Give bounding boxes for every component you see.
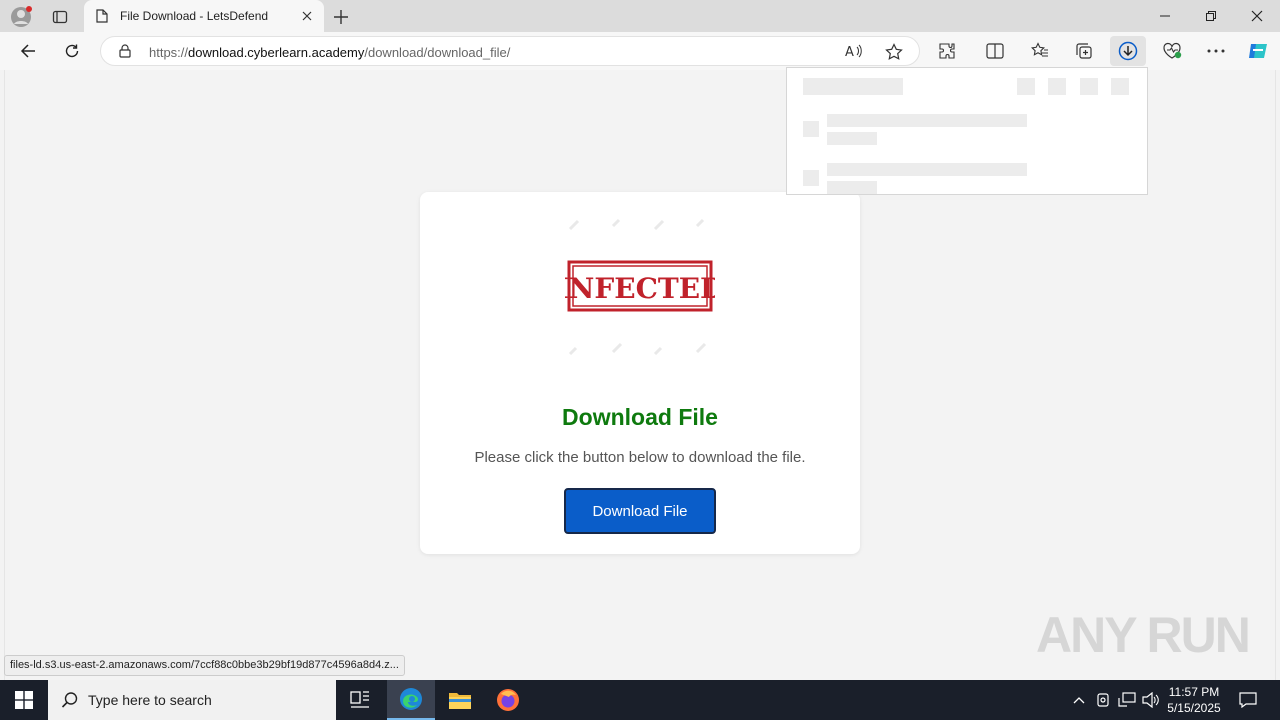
windows-taskbar: Type here to search 11:57 PM 5/15/2025 bbox=[0, 680, 1280, 720]
skeleton-file-icon bbox=[803, 170, 819, 186]
tab-close-icon[interactable] bbox=[298, 7, 316, 25]
firefox-icon[interactable] bbox=[484, 680, 532, 720]
skeleton-line bbox=[827, 114, 1027, 127]
page-icon bbox=[96, 9, 108, 28]
taskbar-clock[interactable]: 11:57 PM 5/15/2025 bbox=[1164, 684, 1224, 716]
url-host: download.cyberlearn.academy bbox=[188, 45, 365, 60]
skeleton-line bbox=[827, 132, 877, 145]
browser-essentials-icon[interactable] bbox=[1157, 37, 1187, 65]
watermark: ANY RUN bbox=[1036, 607, 1251, 663]
read-aloud-icon[interactable]: A bbox=[845, 43, 863, 64]
tab-active[interactable]: File Download - LetsDefend bbox=[84, 0, 324, 32]
skeleton-line bbox=[827, 163, 1027, 176]
page-title: Download File bbox=[562, 404, 718, 430]
url-scheme: https:// bbox=[149, 45, 189, 60]
extensions-icon[interactable] bbox=[932, 37, 962, 65]
download-file-button[interactable]: Download File bbox=[564, 488, 716, 534]
tab-actions-icon[interactable] bbox=[49, 6, 71, 28]
clock-time: 11:57 PM bbox=[1168, 685, 1220, 699]
notifications-icon[interactable] bbox=[1234, 680, 1262, 720]
url-text[interactable]: https://download.cyberlearn.academy/down… bbox=[149, 45, 510, 60]
device-icon[interactable] bbox=[1093, 680, 1113, 720]
network-icon[interactable] bbox=[1116, 680, 1138, 720]
link-status-bar: files-ld.s3.us-east-2.amazonaws.com/7ccf… bbox=[4, 655, 405, 676]
new-tab-icon[interactable] bbox=[330, 6, 352, 28]
edge-taskbar-icon[interactable] bbox=[387, 680, 435, 720]
downloads-flyout bbox=[786, 67, 1148, 195]
collections-icon[interactable] bbox=[1069, 37, 1099, 65]
address-bar[interactable]: https://download.cyberlearn.academy/down… bbox=[100, 36, 920, 66]
url-path: /download/download_file/ bbox=[364, 45, 511, 60]
more-options-icon[interactable] bbox=[1201, 37, 1231, 65]
skeleton-file-icon bbox=[803, 121, 819, 137]
stamp-text: INFECTED bbox=[565, 272, 715, 305]
search-placeholder: Type here to search bbox=[88, 692, 212, 708]
skeleton-header bbox=[803, 78, 903, 95]
skeleton-line bbox=[827, 181, 877, 194]
refresh-icon[interactable] bbox=[57, 37, 87, 65]
downloads-icon[interactable] bbox=[1110, 36, 1146, 66]
profile-avatar-icon[interactable] bbox=[10, 6, 32, 28]
page-description: Please click the button below to downloa… bbox=[474, 449, 806, 466]
show-hidden-icons-chevron-icon[interactable] bbox=[1068, 680, 1090, 720]
taskbar-search-box[interactable]: Type here to search bbox=[48, 680, 336, 720]
close-window-icon[interactable] bbox=[1234, 0, 1280, 32]
copilot-icon[interactable] bbox=[1243, 37, 1273, 65]
skeleton-action bbox=[1017, 78, 1035, 95]
search-icon bbox=[61, 691, 79, 714]
download-card: INFECTED Download File Please click the … bbox=[420, 192, 860, 554]
back-icon[interactable] bbox=[13, 37, 43, 65]
file-explorer-icon[interactable] bbox=[436, 680, 484, 720]
volume-icon[interactable] bbox=[1140, 680, 1162, 720]
svg-text:A: A bbox=[845, 45, 854, 59]
windows-start-icon[interactable] bbox=[0, 680, 48, 720]
split-screen-icon[interactable] bbox=[980, 37, 1010, 65]
task-view-icon[interactable] bbox=[336, 680, 384, 720]
favorites-icon[interactable] bbox=[1025, 37, 1055, 65]
favorite-star-icon[interactable] bbox=[885, 43, 903, 66]
skeleton-action bbox=[1048, 78, 1066, 95]
clock-date: 5/15/2025 bbox=[1167, 701, 1221, 715]
infected-stamp-image: INFECTED bbox=[556, 214, 724, 358]
tab-title: File Download - LetsDefend bbox=[120, 9, 269, 23]
minimize-icon[interactable] bbox=[1142, 0, 1188, 32]
skeleton-action bbox=[1111, 78, 1129, 95]
browser-tab-bar: File Download - LetsDefend bbox=[0, 0, 1280, 32]
browser-toolbar: https://download.cyberlearn.academy/down… bbox=[0, 32, 1280, 70]
skeleton-action bbox=[1080, 78, 1098, 95]
lock-icon[interactable] bbox=[119, 44, 131, 63]
restore-icon[interactable] bbox=[1188, 0, 1234, 32]
